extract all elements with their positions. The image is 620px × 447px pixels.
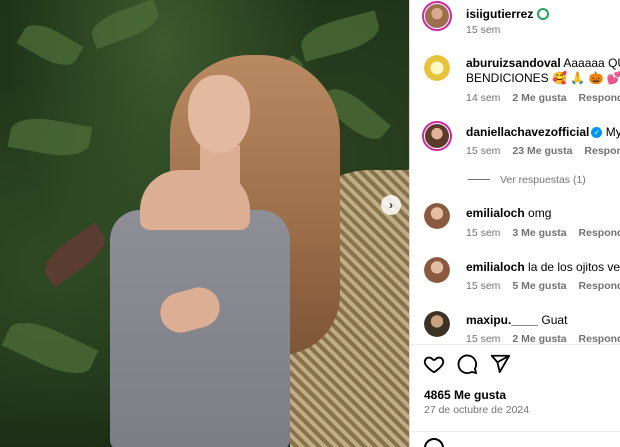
- commenter-avatar[interactable]: [424, 311, 450, 337]
- post-date: 27 de octubre de 2024: [424, 404, 530, 416]
- comment-body: aburuizsandoval Aaaaaa QUE B: [466, 56, 620, 70]
- post-photo[interactable]: ›: [0, 0, 409, 447]
- author-avatar[interactable]: [422, 1, 452, 31]
- person-face: [188, 75, 250, 153]
- post-time: 15 sem: [466, 24, 501, 36]
- reply-button[interactable]: Responder: [579, 227, 620, 239]
- divider: [410, 431, 620, 432]
- verified-badge-icon: ✓: [591, 127, 603, 139]
- comment-time: 15 sem: [466, 280, 501, 292]
- reply-button[interactable]: Responder: [584, 145, 620, 157]
- chevron-right-icon[interactable]: ›: [381, 195, 401, 215]
- likes-count[interactable]: 4865 Me gusta: [424, 388, 506, 402]
- comment-body: daniellachavezofficial✓ My Do: [466, 125, 620, 139]
- foliage: [297, 10, 383, 62]
- emoji-icon[interactable]: [424, 438, 444, 447]
- comment-text: My Do: [605, 125, 620, 139]
- comment-username[interactable]: emilialoch: [466, 260, 525, 274]
- reply-button[interactable]: Responder: [579, 92, 620, 104]
- reply-button[interactable]: Responder: [579, 280, 620, 292]
- foliage: [16, 17, 84, 73]
- comment-meta: 15 sem 5 Me gusta Responder: [466, 280, 620, 292]
- comment-username[interactable]: daniellachavezofficial: [466, 125, 589, 139]
- comment-username[interactable]: emilialoch: [466, 206, 525, 220]
- comment-username[interactable]: aburuizsandoval: [466, 56, 561, 70]
- commenter-avatar[interactable]: [424, 55, 450, 81]
- comment-likes[interactable]: 3 Me gusta: [512, 227, 566, 239]
- foliage: [37, 222, 113, 288]
- comment-text: Guat: [541, 313, 568, 327]
- comment-meta: 15 sem 23 Me gusta Responder: [466, 145, 620, 157]
- foliage: [87, 0, 163, 50]
- comment-likes[interactable]: 23 Me gusta: [512, 145, 572, 157]
- comment-time: 15 sem: [466, 145, 501, 157]
- comment-body: emilialoch omg: [466, 206, 551, 220]
- comment-text: omg: [528, 206, 552, 220]
- comment-username[interactable]: maxipu.____: [466, 313, 538, 327]
- comment-time: 14 sem: [466, 92, 501, 104]
- comment-body: emilialoch la de los ojitos verde: [466, 260, 620, 274]
- comment-meta: 15 sem 3 Me gusta Responder: [466, 227, 620, 239]
- view-replies-button[interactable]: Ver respuestas (1): [500, 174, 586, 186]
- comment-likes[interactable]: 2 Me gusta: [512, 92, 566, 104]
- threads-icon[interactable]: [537, 7, 550, 20]
- commenter-avatar[interactable]: [424, 203, 450, 229]
- foliage: [7, 113, 93, 161]
- commenter-avatar[interactable]: [424, 257, 450, 283]
- view-replies-line: [468, 179, 490, 180]
- comment-time: 15 sem: [466, 227, 501, 239]
- divider: [410, 344, 620, 345]
- share-icon[interactable]: [489, 353, 511, 375]
- commenter-avatar[interactable]: [422, 121, 452, 151]
- foliage: [1, 312, 99, 384]
- comment-likes[interactable]: 5 Me gusta: [512, 280, 566, 292]
- comment-text: Aaaaaa QUE B: [563, 56, 620, 70]
- comment-icon[interactable]: [456, 353, 478, 375]
- author-username[interactable]: isiigutierrez: [466, 7, 533, 21]
- person-dress: [110, 210, 290, 447]
- comment-text-line2: BENDICIONES 🥰 🙏 🎃 💕: [466, 71, 620, 85]
- author-row: isiigutierrez: [466, 5, 550, 23]
- comment-text: la de los ojitos verde: [528, 260, 620, 274]
- comment-body: maxipu.____ Guat: [466, 313, 567, 327]
- heart-icon[interactable]: [423, 353, 445, 375]
- comment-meta: 14 sem 2 Me gusta Responder: [466, 92, 620, 104]
- comments-panel: isiigutierrez 15 sem aburuizsandoval Aaa…: [409, 0, 620, 447]
